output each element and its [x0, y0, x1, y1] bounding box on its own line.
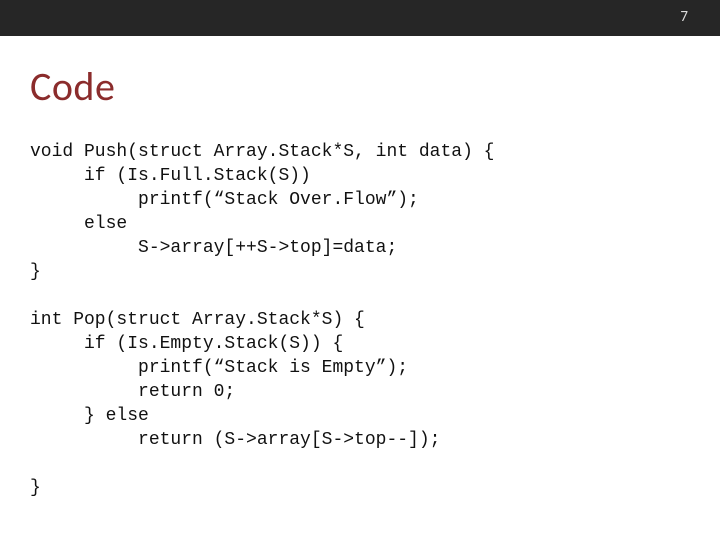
page-number: 7 — [680, 8, 688, 26]
slide: 7 Code void Push(struct Array.Stack*S, i… — [0, 0, 720, 540]
code-block: void Push(struct Array.Stack*S, int data… — [30, 140, 494, 500]
slide-title: Code — [30, 62, 115, 111]
slide-topbar: 7 — [0, 0, 720, 36]
